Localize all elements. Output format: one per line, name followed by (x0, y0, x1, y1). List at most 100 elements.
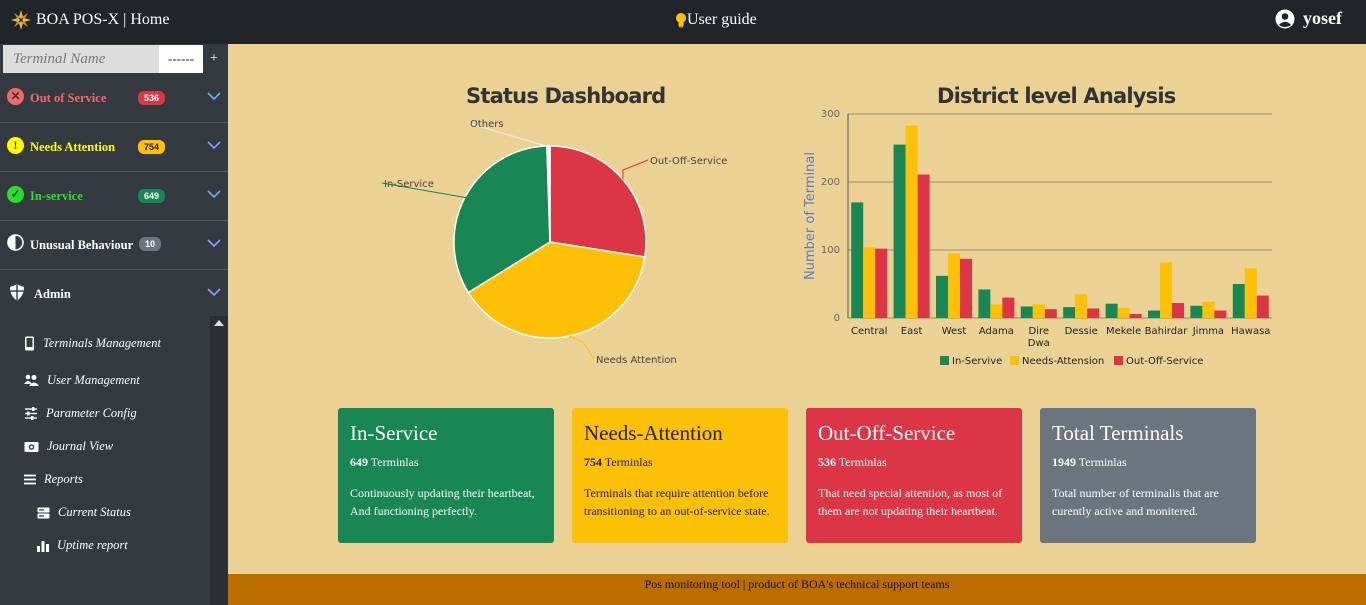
bar-chart-icon (37, 540, 49, 552)
bar[interactable] (893, 144, 906, 318)
bar[interactable] (863, 247, 876, 318)
shield-icon (10, 284, 24, 301)
y-tick-label: 0 (834, 313, 840, 324)
bar[interactable] (1044, 309, 1057, 318)
y-tick-label: 100 (821, 245, 840, 256)
sidebar-item-in-service[interactable]: ✓ In-service 649 (0, 172, 228, 221)
menu-journal-view[interactable]: Journal View (24, 439, 113, 454)
x-tick-label: East (901, 326, 923, 337)
chevron-down-icon[interactable] (206, 286, 222, 298)
sidebar-item-admin[interactable]: Admin (0, 270, 228, 319)
legend-label: Needs-Attension (1022, 356, 1104, 367)
bar[interactable] (1160, 262, 1172, 318)
search-filter-field[interactable]: ------ (159, 45, 203, 73)
card-count: 1949 Terminlas (1052, 455, 1244, 470)
bar[interactable] (1129, 313, 1142, 318)
server-icon (37, 507, 50, 518)
bar[interactable] (1190, 305, 1203, 318)
district-bar-chart: 0 100 200 300 Number of Terminal Central East W… (803, 109, 1272, 367)
bar[interactable] (905, 125, 918, 318)
sidebar-item-out-of-service[interactable]: ✕ Out of Service 536 (0, 74, 228, 123)
status-pie-chart: Out-Off-Service Needs Attention In-Service… (381, 119, 727, 366)
bar[interactable] (1105, 303, 1118, 318)
mobile-icon (25, 336, 34, 351)
user-menu[interactable]: yosef (1275, 8, 1342, 29)
card-title: In-Service (350, 421, 438, 445)
menu-reports[interactable]: Reports (24, 472, 83, 487)
bar[interactable] (1148, 310, 1160, 318)
bar[interactable] (851, 202, 864, 318)
exclamation-circle-icon: ! (7, 137, 24, 154)
count-badge: 536 (138, 91, 166, 105)
bar[interactable] (978, 289, 991, 318)
bar[interactable] (1087, 308, 1100, 318)
bar[interactable] (917, 174, 930, 318)
x-tick-label: Central (851, 326, 887, 337)
menu-label: Reports (44, 472, 83, 486)
bar[interactable] (1032, 304, 1045, 318)
chevron-down-icon[interactable] (206, 188, 222, 200)
bar[interactable] (1172, 303, 1184, 318)
x-circle-icon: ✕ (7, 88, 24, 105)
scroll-up-arrow-icon[interactable] (214, 320, 224, 326)
bar[interactable] (948, 253, 960, 318)
menu-uptime-report[interactable]: Uptime report (37, 538, 128, 553)
bar[interactable] (1202, 301, 1215, 318)
user-guide-link[interactable]: User guide (675, 11, 757, 29)
menu-label: Journal View (47, 439, 114, 453)
y-tick-label: 200 (821, 177, 840, 188)
brand-title: BOA POS-X | Home (36, 11, 170, 28)
bar[interactable] (1020, 306, 1033, 318)
card-count-value: 536 (818, 455, 836, 469)
menu-terminals-management[interactable]: Terminals Management (24, 336, 161, 351)
pie-slice[interactable] (549, 145, 647, 258)
sidebar: ------ + ✕ Out of Service 536 ! Needs At… (0, 44, 228, 605)
bar[interactable] (990, 304, 1003, 318)
bar[interactable] (875, 248, 888, 318)
x-tick-label: Dessie (1065, 326, 1098, 337)
chevron-down-icon[interactable] (206, 90, 222, 102)
bar[interactable] (1244, 268, 1257, 318)
terminal-name-input[interactable] (3, 45, 159, 73)
pie-slice-label: Needs Attention (596, 355, 677, 366)
check-circle-icon: ✓ (7, 186, 24, 203)
terminal-search: ------ + (3, 45, 228, 73)
bar[interactable] (1117, 307, 1130, 318)
dashboard-main: Status Dashboard District level Analysis… (228, 44, 1366, 574)
chevron-down-icon[interactable] (206, 139, 222, 151)
x-tick-label: Bahirdar (1145, 326, 1189, 337)
lightbulb-icon (676, 13, 686, 28)
add-button[interactable]: + (203, 45, 225, 73)
bar[interactable] (960, 258, 972, 318)
legend-label: Out-Off-Service (1126, 356, 1203, 367)
legend-swatch (940, 356, 949, 365)
menu-user-management[interactable]: User Management (24, 373, 140, 388)
brand-link[interactable]: BOA POS-X | Home (10, 9, 169, 31)
bar[interactable] (1002, 297, 1015, 318)
sidebar-item-needs-attention[interactable]: ! Needs Attention 754 (0, 123, 228, 172)
pie-slice-label: Others (470, 119, 504, 130)
menu-parameter-config[interactable]: Parameter Config (24, 406, 137, 421)
y-tick-label: 300 (821, 109, 840, 120)
bar[interactable] (1256, 295, 1269, 318)
sidebar-item-unusual-behaviour[interactable]: Unusual Behaviour 10 (0, 221, 228, 270)
pie-slice-label: In-Service (384, 179, 434, 190)
sidebar-scrollbar[interactable] (210, 316, 228, 605)
bar[interactable] (936, 275, 948, 318)
bar[interactable] (1063, 307, 1076, 318)
bar[interactable] (1232, 284, 1245, 318)
half-circle-icon (7, 234, 24, 251)
chevron-down-icon[interactable] (206, 237, 222, 249)
card-title: Needs-Attention (584, 421, 723, 445)
x-tick-label: Adama (979, 326, 1014, 337)
sidebar-item-label: Admin (34, 287, 71, 301)
menu-current-status[interactable]: Current Status (37, 505, 131, 520)
card-count-unit: Terminlas (838, 455, 887, 469)
menu-label: Terminals Management (43, 336, 161, 350)
bar[interactable] (1075, 294, 1088, 318)
footer: Pos monitoring tool | product of BOA's t… (228, 574, 1366, 605)
count-badge: 10 (139, 237, 162, 251)
bar[interactable] (1214, 310, 1227, 318)
x-tick-label: Hawasa (1231, 326, 1270, 337)
journal-icon (24, 441, 39, 452)
